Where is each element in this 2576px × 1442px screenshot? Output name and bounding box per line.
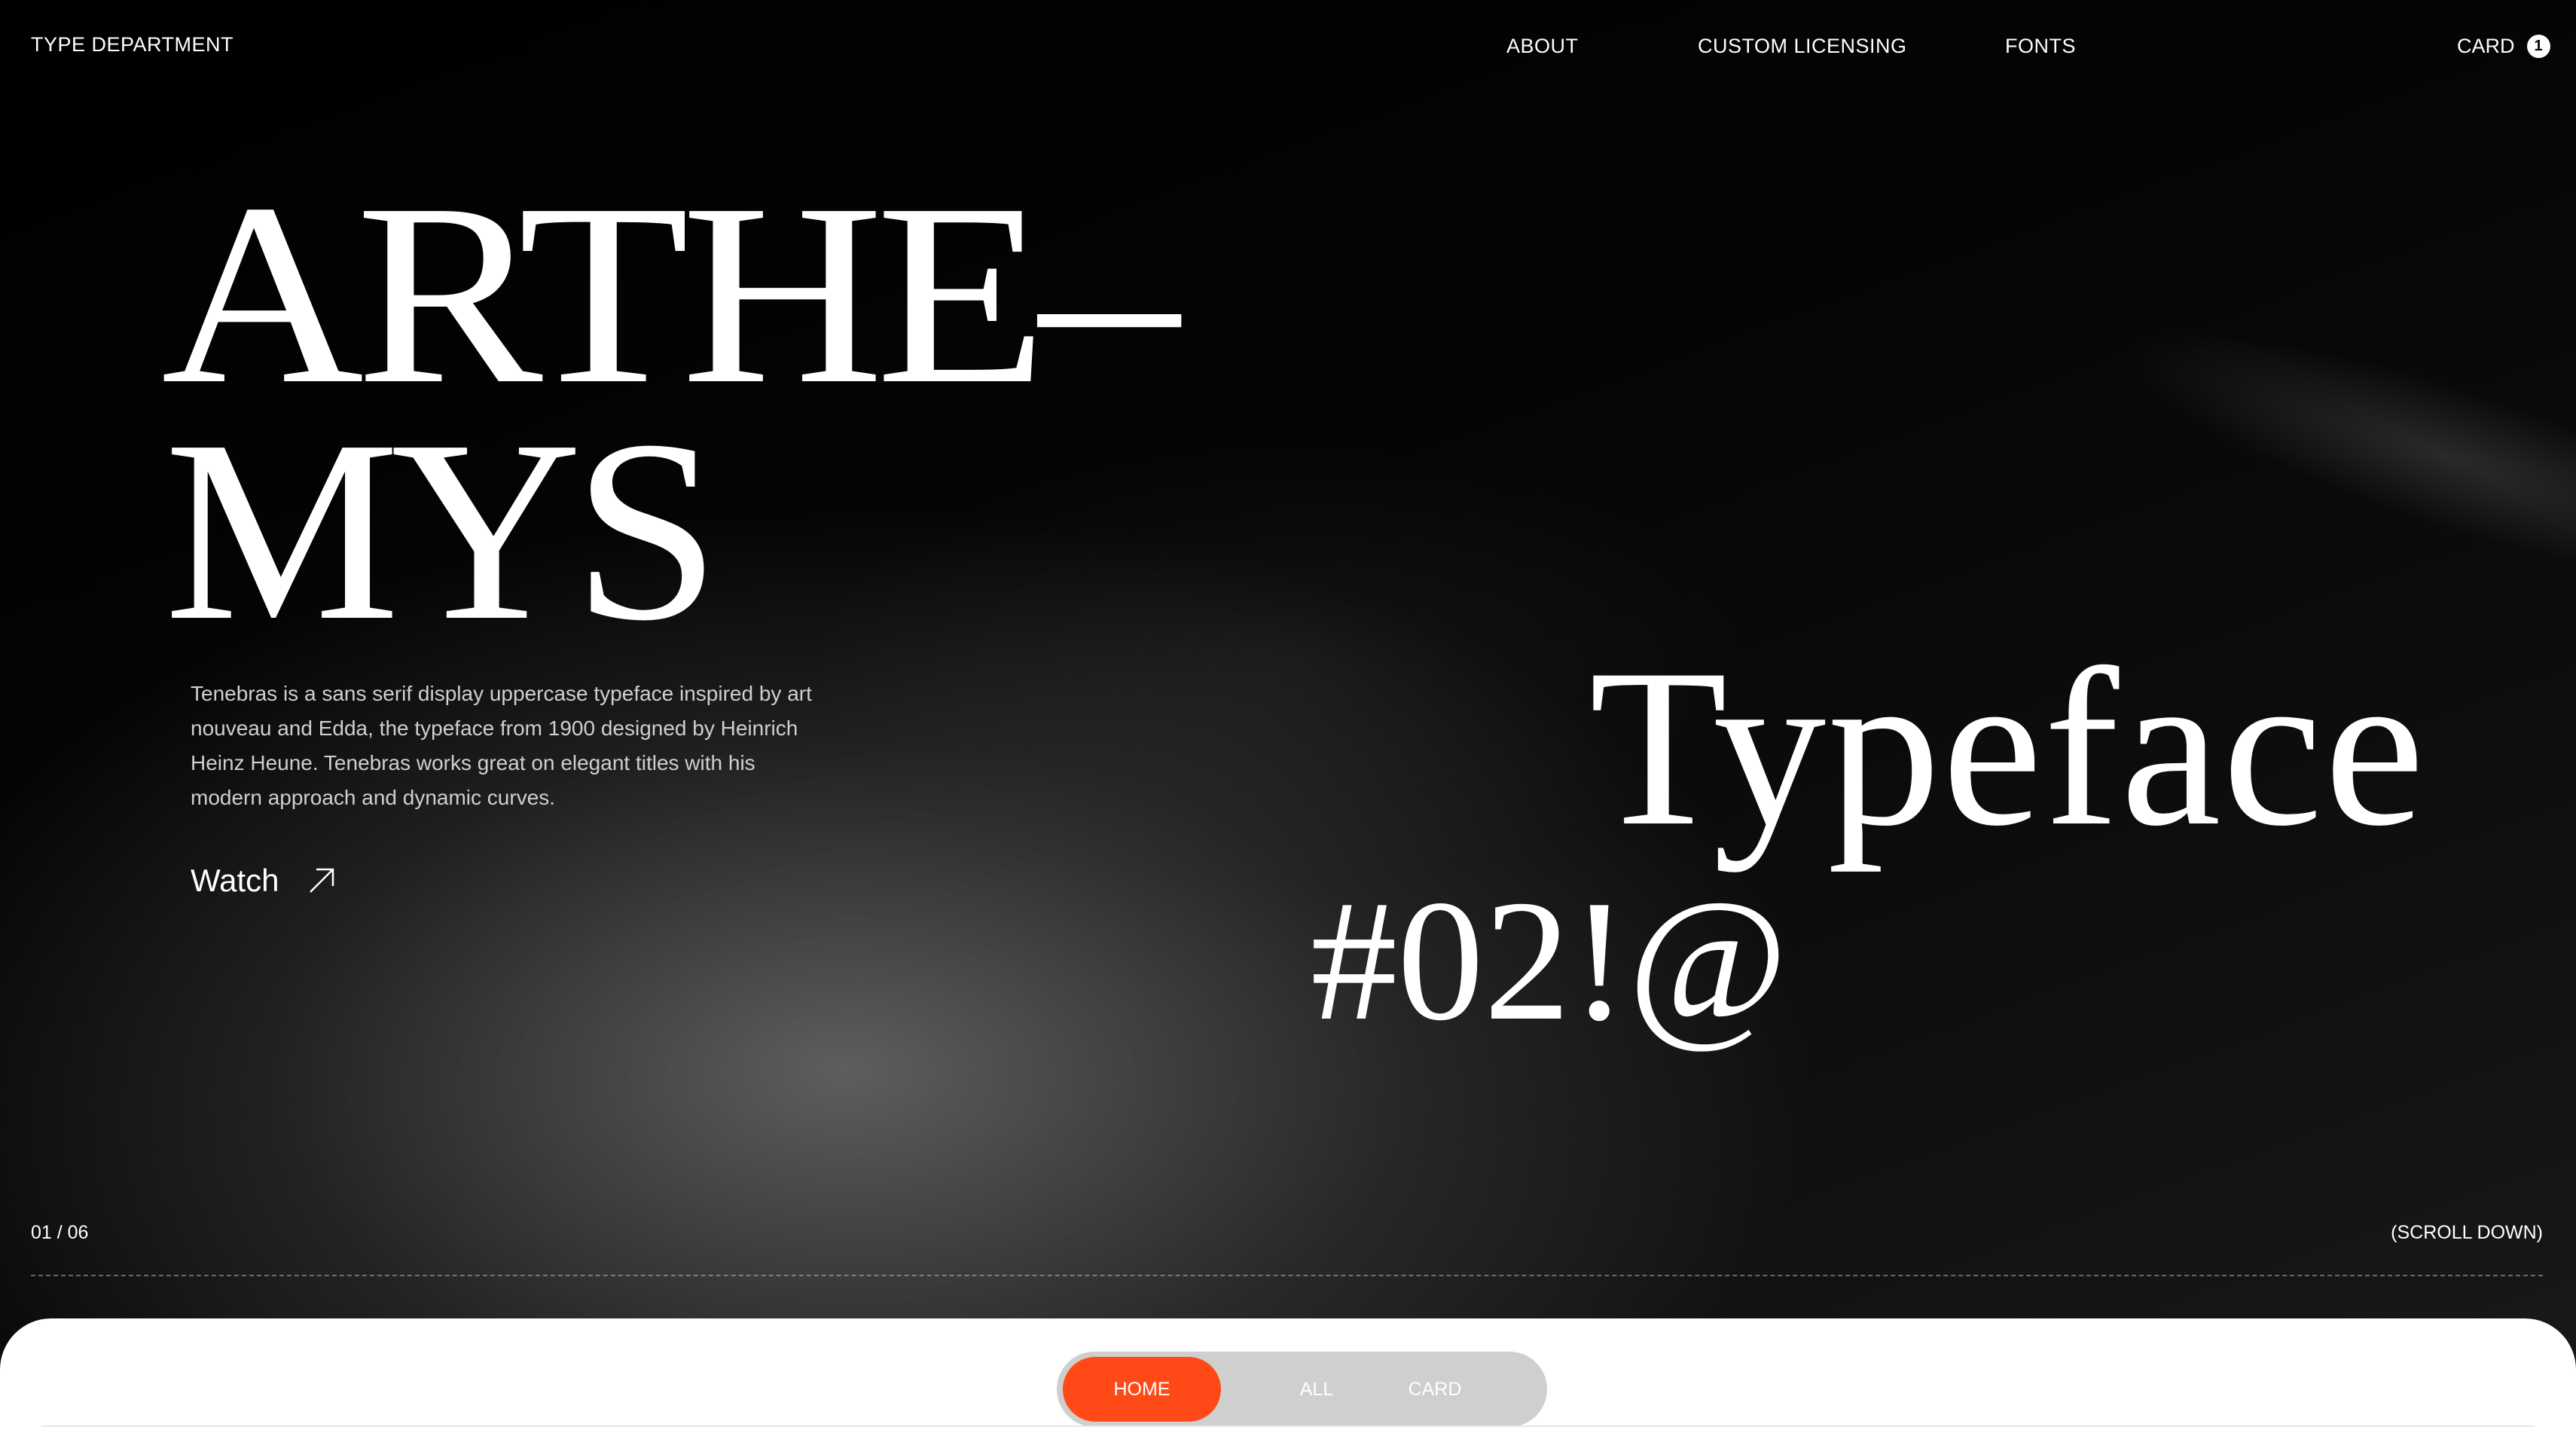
hero-title-line1: ARTHE– [161, 150, 1180, 438]
nav-fonts[interactable]: FONTS [2005, 35, 2076, 58]
hero-description: Tenebras is a sans serif display upperca… [191, 682, 812, 809]
background-image [2040, 253, 2576, 621]
panel-divider [41, 1425, 2535, 1427]
hero-section: TYPE DEPARTMENT ABOUT CUSTOM LICENSING F… [0, 0, 2576, 1442]
cart-count-badge: 1 [2526, 35, 2550, 58]
nav-custom-licensing[interactable]: CUSTOM LICENSING [1698, 35, 1907, 58]
nav-about[interactable]: ABOUT [1506, 35, 1579, 58]
cart-button[interactable]: CARD 1 [2457, 35, 2550, 58]
tab-bar: HOME ALL CARD [1057, 1352, 1547, 1427]
slide-counter: 01 / 06 [31, 1222, 89, 1243]
arrow-up-right-icon [307, 866, 336, 895]
glyph-sample: #02!@ [1311, 864, 1788, 1056]
hero-title-line2: MYS [164, 386, 720, 674]
divider [31, 1275, 2543, 1276]
cart-label: CARD [2457, 35, 2515, 57]
tab-home[interactable]: HOME [1063, 1357, 1221, 1422]
watch-button[interactable]: Watch [191, 863, 336, 899]
tab-card[interactable]: CARD [1397, 1352, 1473, 1427]
watch-label: Watch [191, 863, 279, 898]
brand-logo[interactable]: TYPE DEPARTMENT [31, 33, 233, 57]
tab-all[interactable]: ALL [1283, 1352, 1351, 1427]
scroll-down-link[interactable]: (SCROLL DOWN) [2391, 1222, 2543, 1244]
bottom-panel: HOME ALL CARD [0, 1318, 2576, 1442]
typeface-label: Typeface [1589, 622, 2426, 872]
